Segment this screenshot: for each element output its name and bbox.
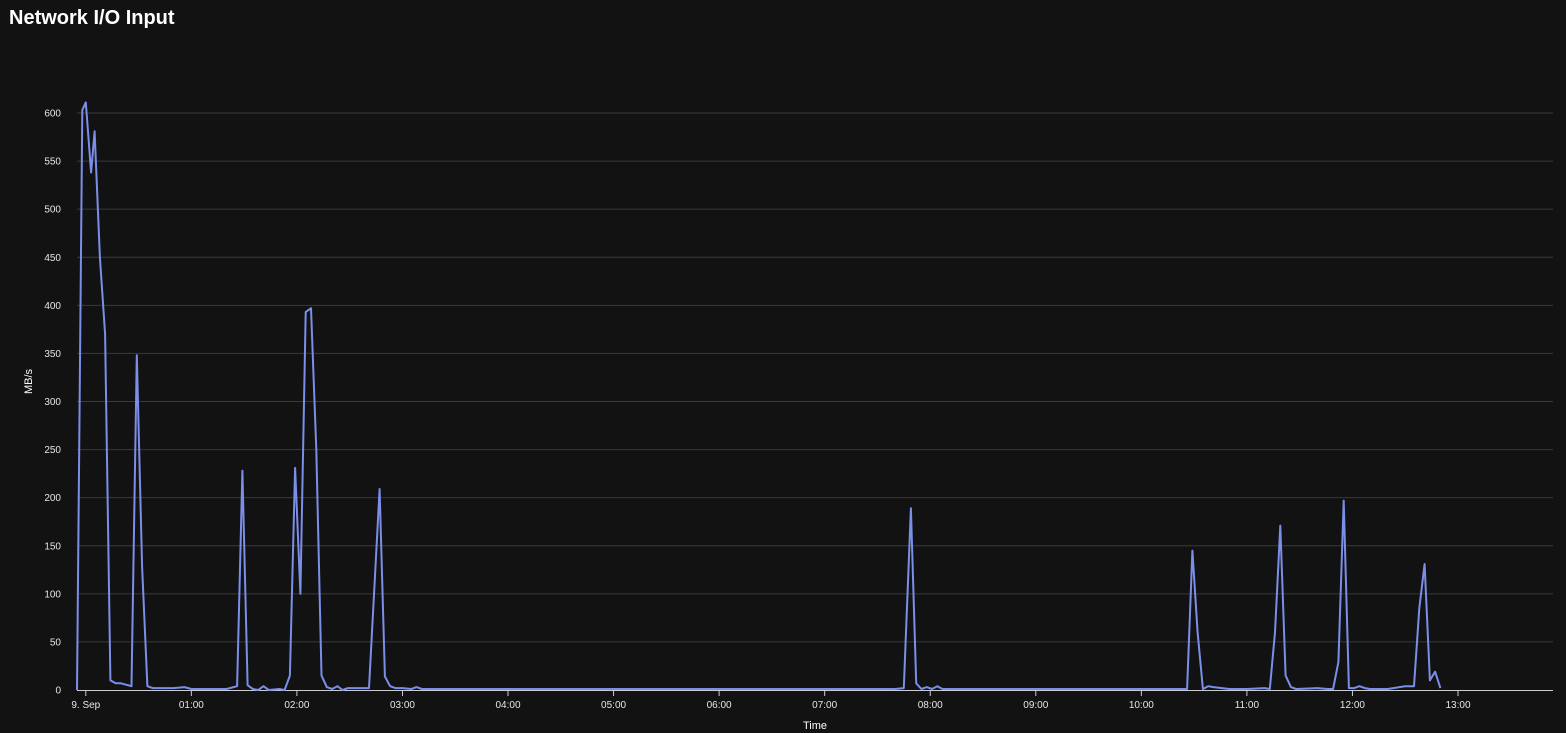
- y-tick-label: 600: [44, 109, 61, 120]
- y-tick-label: 300: [44, 397, 61, 408]
- x-tick-label: 13:00: [1445, 700, 1470, 711]
- x-tick-label: 01:00: [179, 700, 204, 711]
- x-tick-label: 04:00: [495, 700, 520, 711]
- y-tick-label: 50: [50, 637, 62, 648]
- x-tick-label: 07:00: [812, 700, 837, 711]
- axes: 0 50 100 150 200 250 300 350 400 450 500 550 600 9. S…: [44, 109, 1553, 711]
- chart-panel: Network I/O Input 0 50 100 150 200 250 300 350 4…: [0, 0, 1566, 733]
- x-tick-label: 11:00: [1235, 700, 1260, 711]
- x-tick-label: 08:00: [918, 700, 943, 711]
- x-tick-label: 03:00: [390, 700, 415, 711]
- x-axis-title: Time: [803, 720, 827, 732]
- y-tick-label: 100: [44, 589, 61, 600]
- x-tick-label: 06:00: [707, 700, 732, 711]
- x-tick-label: 05:00: [601, 700, 626, 711]
- x-tick-label: 9. Sep: [71, 700, 100, 711]
- y-tick-label: 200: [44, 493, 61, 504]
- x-tick-label: 10:00: [1129, 700, 1154, 711]
- y-tick-label: 0: [55, 686, 61, 697]
- y-tick-label: 400: [44, 301, 61, 312]
- line-chart: 0 50 100 150 200 250 300 350 400 450 500 550 600 9. S…: [23, 101, 1553, 732]
- series-layer: [76, 101, 1442, 691]
- y-tick-label: 350: [44, 349, 61, 360]
- x-tick-label: 02:00: [284, 700, 309, 711]
- y-tick-label: 150: [44, 541, 61, 552]
- x-tick-label: 12:00: [1340, 700, 1365, 711]
- x-tick-label: 09:00: [1023, 700, 1048, 711]
- y-tick-label: 250: [44, 445, 61, 456]
- y-tick-label: 550: [44, 157, 61, 168]
- y-tick-label: 500: [44, 205, 61, 216]
- y-axis-title: MB/s: [23, 368, 35, 394]
- y-tick-label: 450: [44, 253, 61, 264]
- series-line: [76, 101, 1442, 691]
